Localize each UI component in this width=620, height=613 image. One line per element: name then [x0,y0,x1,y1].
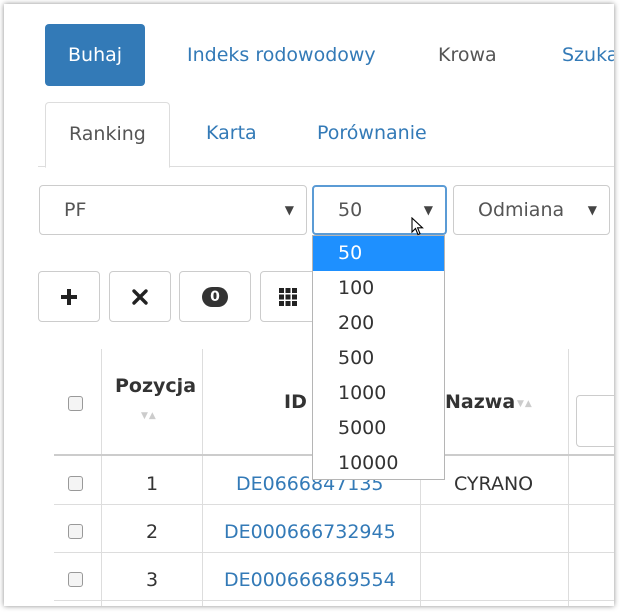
plus-icon [61,288,77,305]
limit-option[interactable]: 100 [313,271,444,306]
row-checkbox[interactable] [68,476,83,491]
limit-option[interactable]: 1000 [313,376,444,411]
limit-select[interactable]: 50 ▼ [312,185,447,235]
app-window: Buhaj Indeks rodowodowy Krowa Szuka Rank… [4,4,614,606]
trait-select[interactable]: PF ▼ [39,185,307,235]
row-checkbox[interactable] [68,572,83,587]
chevron-down-icon: ▼ [423,203,433,217]
limit-select-value: 50 [338,199,363,221]
x-icon [132,288,148,305]
breed-select-value: Odmiana [478,199,565,221]
row-name: CYRANO [454,473,534,495]
row-position: 3 [146,569,159,591]
selected-count-button[interactable]: 0 [179,271,251,322]
ranking-table: Pozycja ▼▲ ID Nazwa ▼▲ 1 DE0666847135 CY… [4,349,614,606]
mouse-cursor-icon [411,217,424,236]
count-badge: 0 [202,286,228,307]
limit-option[interactable]: 200 [313,306,444,341]
sort-icon[interactable]: ▼▲ [141,411,157,421]
row-position: 2 [146,521,159,543]
row-id-link[interactable]: DE000666869554 [224,569,396,591]
tab-ranking[interactable]: Ranking [45,102,170,168]
tab-porownanie[interactable]: Porównanie [294,102,450,165]
columns-button[interactable] [260,271,320,322]
column-divider [101,349,102,606]
nav-pill-krowa[interactable]: Krowa [438,24,497,86]
column-header-name[interactable]: Nazwa [445,391,515,413]
column-header-position[interactable]: Pozycja [115,375,196,397]
nav-pill-szukaj[interactable]: Szuka [562,24,614,86]
row-divider [54,600,614,601]
column-divider [202,349,203,606]
nav-pill-buhaj[interactable]: Buhaj [45,24,146,86]
row-position: 1 [146,473,159,495]
row-divider [54,504,614,505]
sort-icon[interactable]: ▼▲ [517,399,533,409]
main-nav: Buhaj Indeks rodowodowy Krowa Szuka [45,24,614,86]
chevron-down-icon: ▼ [284,203,294,217]
limit-option[interactable]: 5000 [313,411,444,446]
select-all-checkbox[interactable] [68,396,83,411]
limit-option[interactable]: 10000 [313,446,444,481]
limit-option[interactable]: 500 [313,341,444,376]
column-header-id[interactable]: ID [284,391,307,413]
add-button[interactable] [38,271,100,322]
row-id-link[interactable]: DE000666732945 [224,521,396,543]
limit-option[interactable]: 50 [313,236,444,271]
row-divider [54,552,614,553]
breed-select[interactable]: Odmiana ▼ [453,185,610,235]
sub-tabs: Ranking Karta Porównanie [38,102,614,168]
filter-input[interactable] [576,395,614,447]
grid-icon [279,287,297,306]
trait-select-value: PF [64,199,87,221]
nav-pill-indeks-rodowodowy[interactable]: Indeks rodowodowy [187,24,376,86]
column-divider [568,349,569,606]
limit-dropdown-list: 50 100 200 500 1000 5000 10000 [312,235,445,480]
row-checkbox[interactable] [68,524,83,539]
remove-button[interactable] [109,271,171,322]
tab-karta[interactable]: Karta [183,102,280,165]
chevron-down-icon: ▼ [587,203,597,217]
